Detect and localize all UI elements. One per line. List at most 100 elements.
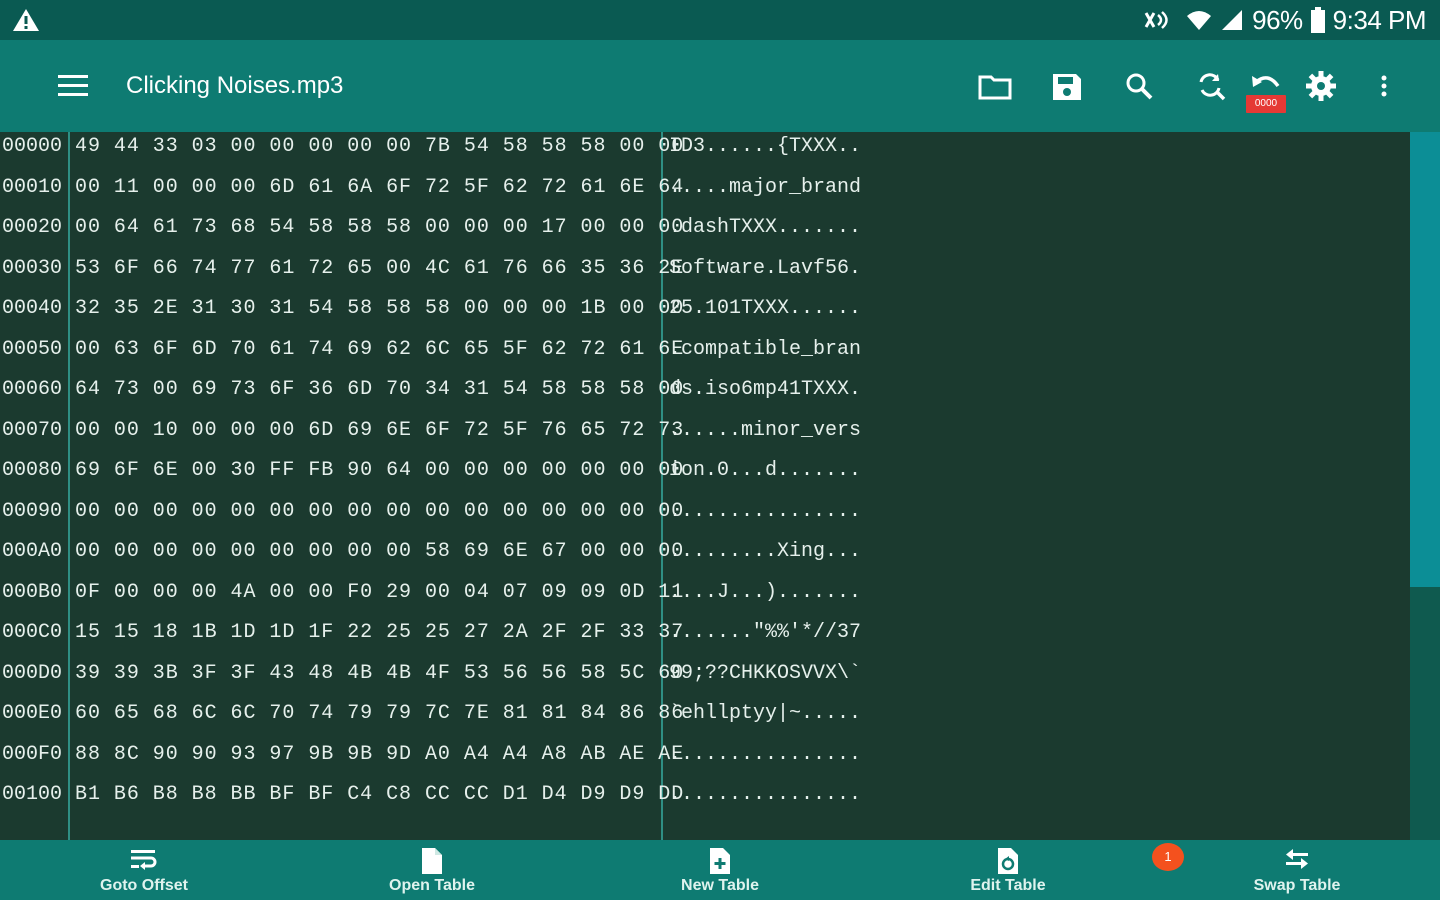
row-hex-bytes[interactable]: 69 6F 6E 00 30 FF FB 90 64 00 00 00 00 0… (75, 457, 684, 485)
row-hex-bytes[interactable]: 53 6F 66 74 77 61 72 65 00 4C 61 76 66 3… (75, 255, 684, 283)
app-bar: Clicking Noises.mp3 (0, 40, 1440, 132)
hex-row[interactable]: 00040 32 35 2E 31 30 31 54 58 58 58 00 00… (0, 295, 1410, 335)
row-offset: 00030 (2, 256, 63, 280)
settings-gear-icon[interactable] (1303, 66, 1339, 106)
row-ascii[interactable]: .....major_brand (669, 174, 861, 202)
row-hex-bytes[interactable]: 60 65 68 6C 6C 70 74 79 79 7C 7E 81 81 8… (75, 700, 684, 728)
row-ascii[interactable]: ......."%%'*//37 (669, 619, 861, 647)
swap-table-label: Swap Table (1253, 877, 1341, 894)
open-table-icon (422, 848, 442, 874)
row-offset: 000B0 (2, 580, 63, 604)
swap-table-button[interactable]: Swap Table (1197, 840, 1397, 900)
row-ascii[interactable]: .........Xing... (669, 538, 861, 566)
clock: 9:34 PM (1332, 4, 1427, 35)
row-ascii[interactable]: ................ (669, 781, 861, 809)
hex-row[interactable]: 00080 69 6F 6E 00 30 FF FB 90 64 00 00 00… (0, 457, 1410, 497)
row-offset: 00090 (2, 499, 63, 523)
hex-row[interactable]: 000E0 60 65 68 6C 6C 70 74 79 79 7C 7E 81… (0, 700, 1410, 740)
hex-row[interactable]: 000C0 15 15 18 1B 1D 1D 1F 22 25 25 27 2A… (0, 619, 1410, 659)
row-hex-bytes[interactable]: 39 39 3B 3F 3F 43 48 4B 4B 4F 53 56 56 5… (75, 660, 684, 688)
menu-icon[interactable] (56, 73, 90, 99)
row-ascii[interactable]: .compatible_bran (669, 336, 861, 364)
row-hex-bytes[interactable]: 15 15 18 1B 1D 1D 1F 22 25 25 27 2A 2F 2… (75, 619, 684, 647)
hex-row[interactable]: 00100 B1 B6 B8 B8 BB BF BF C4 C8 CC CC D1… (0, 781, 1410, 821)
row-hex-bytes[interactable]: B1 B6 B8 B8 BB BF BF C4 C8 CC CC D1 D4 D… (75, 781, 684, 809)
goto-offset-button[interactable]: Goto Offset (44, 840, 244, 900)
edit-table-label: Edit Table (970, 877, 1046, 894)
row-hex-bytes[interactable]: 00 11 00 00 00 6D 61 6A 6F 72 5F 62 72 6… (75, 174, 684, 202)
hex-row[interactable]: 00090 00 00 00 00 00 00 00 00 00 00 00 00… (0, 498, 1410, 538)
row-ascii[interactable]: Software.Lavf56. (669, 255, 861, 283)
row-hex-bytes[interactable]: 49 44 33 03 00 00 00 00 00 7B 54 58 58 5… (75, 133, 684, 161)
warning-icon (13, 9, 39, 31)
row-offset: 00020 (2, 216, 63, 239)
status-indicators: 96% 9:34 PM (1144, 4, 1427, 36)
row-offset: 000A0 (2, 540, 63, 563)
row-ascii[interactable]: ds.iso6mp41TXXX. (669, 376, 861, 404)
row-ascii[interactable]: ID3......{TXXX.. (669, 133, 861, 161)
folder-icon[interactable] (977, 66, 1013, 106)
undo-count-badge: 0000 (1246, 95, 1286, 113)
row-ascii[interactable]: ....J...)....... (669, 579, 861, 607)
find-replace-icon[interactable] (1193, 66, 1229, 106)
row-ascii[interactable]: .dashTXXX....... (669, 214, 861, 242)
row-offset: 00040 (2, 297, 63, 320)
search-icon[interactable] (1121, 66, 1157, 106)
row-hex-bytes[interactable]: 00 00 10 00 00 00 6D 69 6E 6F 72 5F 76 6… (75, 417, 684, 445)
status-bar: 96% 9:34 PM (0, 0, 1440, 40)
row-hex-bytes[interactable]: 00 64 61 73 68 54 58 58 58 00 00 00 17 0… (75, 214, 684, 242)
save-icon[interactable] (1049, 66, 1085, 106)
row-offset: 00050 (2, 337, 63, 361)
row-ascii[interactable]: ................ (669, 741, 861, 769)
hex-row[interactable]: 000F0 88 8C 90 90 93 97 9B 9B 9D A0 A4 A4… (0, 741, 1410, 781)
edit-table-icon (998, 848, 1018, 874)
row-offset: 00080 (2, 459, 63, 482)
hex-row[interactable]: 00000 49 44 33 03 00 00 00 00 00 7B 54 58… (0, 133, 1410, 173)
row-offset: 000D0 (2, 661, 63, 685)
notification-badge[interactable]: 1 (1152, 843, 1184, 871)
row-ascii[interactable]: `ehllptyy|~..... (669, 700, 861, 728)
battery-percent: 96% (1252, 4, 1303, 35)
more-vert-icon[interactable] (1366, 66, 1402, 106)
new-table-icon (710, 848, 730, 874)
row-ascii[interactable]: ................ (669, 498, 861, 526)
battery-icon (1310, 7, 1325, 33)
hex-row[interactable]: 00050 00 63 6F 6D 70 61 74 69 62 6C 65 5F… (0, 336, 1410, 376)
hex-row[interactable]: 000B0 0F 00 00 00 4A 00 00 F0 29 00 04 07… (0, 579, 1410, 619)
scrollbar-thumb[interactable] (1410, 132, 1440, 587)
new-table-label: New Table (681, 877, 759, 894)
row-hex-bytes[interactable]: 88 8C 90 90 93 97 9B 9B 9D A0 A4 A4 A8 A… (75, 741, 684, 769)
row-offset: 00070 (2, 418, 63, 442)
open-table-button[interactable]: Open Table (332, 840, 532, 900)
wifi-icon (1187, 11, 1212, 30)
goto-offset-label: Goto Offset (100, 877, 188, 894)
swap-table-icon (1286, 849, 1308, 869)
new-table-button[interactable]: New Table (620, 840, 820, 900)
hex-row[interactable]: 00070 00 00 10 00 00 00 6D 69 6E 6F 72 5F… (0, 417, 1410, 457)
hex-row[interactable]: 000D0 39 39 3B 3F 3F 43 48 4B 4B 4F 53 56… (0, 660, 1410, 700)
row-offset: 00000 (2, 135, 63, 158)
hex-row[interactable]: 00020 00 64 61 73 68 54 58 58 58 00 00 00… (0, 214, 1410, 254)
row-offset: 00100 (2, 783, 63, 806)
row-ascii[interactable]: ion.0...d....... (669, 457, 861, 485)
row-hex-bytes[interactable]: 00 00 00 00 00 00 00 00 00 58 69 6E 67 0… (75, 538, 684, 566)
row-hex-bytes[interactable]: 00 63 6F 6D 70 61 74 69 62 6C 65 5F 62 7… (75, 336, 684, 364)
row-hex-bytes[interactable]: 0F 00 00 00 4A 00 00 F0 29 00 04 07 09 0… (75, 579, 684, 607)
row-ascii[interactable]: 99;??CHKKOSVVX\` (669, 660, 861, 688)
edit-table-button[interactable]: Edit Table (908, 840, 1108, 900)
row-offset: 000F0 (2, 742, 63, 766)
row-hex-bytes[interactable]: 32 35 2E 31 30 31 54 58 58 58 00 00 00 1… (75, 295, 684, 323)
row-hex-bytes[interactable]: 00 00 00 00 00 00 00 00 00 00 00 00 00 0… (75, 498, 684, 526)
hex-row[interactable]: 00010 00 11 00 00 00 6D 61 6A 6F 72 5F 62… (0, 174, 1410, 214)
row-hex-bytes[interactable]: 64 73 00 69 73 6F 36 6D 70 34 31 54 58 5… (75, 376, 684, 404)
hex-row[interactable]: 00060 64 73 00 69 73 6F 36 6D 70 34 31 54… (0, 376, 1410, 416)
row-ascii[interactable]: 25.101TXXX...... (669, 295, 861, 323)
file-title: Clicking Noises.mp3 (126, 72, 344, 99)
row-ascii[interactable]: ......minor_vers (669, 417, 861, 445)
hex-row[interactable]: 00030 53 6F 66 74 77 61 72 65 00 4C 61 76… (0, 255, 1410, 295)
nfc-icon (1144, 11, 1168, 29)
hex-view[interactable]: 00000 49 44 33 03 00 00 00 00 00 7B 54 58… (0, 132, 1410, 840)
hex-row[interactable]: 000A0 00 00 00 00 00 00 00 00 00 58 69 6E… (0, 538, 1410, 578)
row-offset: 00060 (2, 378, 63, 401)
goto-offset-icon (131, 850, 157, 870)
